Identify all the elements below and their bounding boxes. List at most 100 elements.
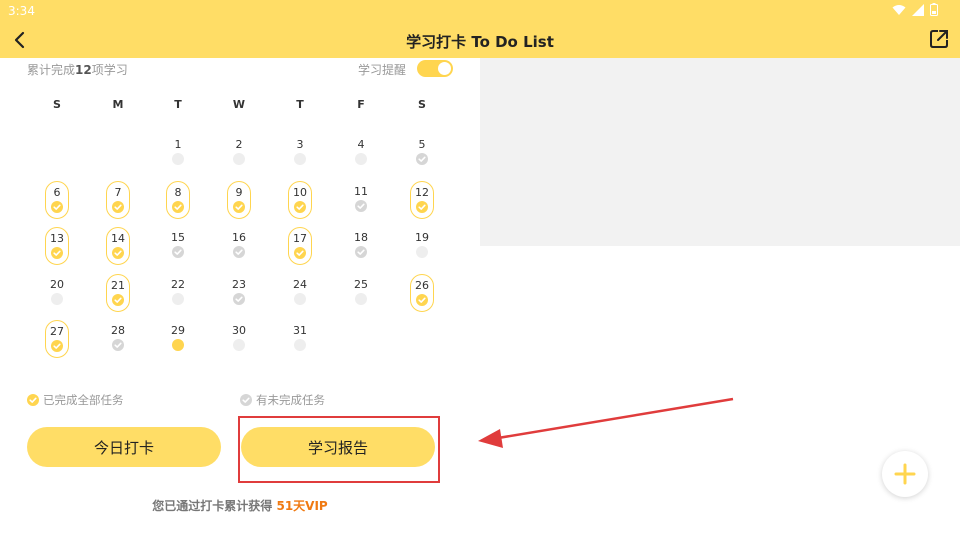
check-partial-icon xyxy=(112,339,124,351)
day-empty-dot xyxy=(51,293,63,305)
calendar-day[interactable]: 20 xyxy=(45,274,69,312)
day-number: 28 xyxy=(111,324,125,337)
calendar-day[interactable]: 24 xyxy=(288,274,312,312)
vip-days: 51天VIP xyxy=(276,499,328,513)
calendar-day[interactable]: 31 xyxy=(288,320,312,358)
day-number: 2 xyxy=(235,138,243,151)
checkin-today-button[interactable]: 今日打卡 xyxy=(27,427,221,467)
weekday-header: M xyxy=(112,98,124,111)
day-number: 20 xyxy=(50,278,64,291)
check-partial-icon xyxy=(355,200,367,212)
calendar-day[interactable]: 29 xyxy=(166,320,190,358)
check-partial-icon xyxy=(233,246,245,258)
legend-partial: 有未完成任务 xyxy=(240,392,325,408)
calendar-day[interactable]: 5 xyxy=(410,134,434,172)
calendar-day[interactable]: 4 xyxy=(349,134,373,172)
calendar-day[interactable]: 22 xyxy=(166,274,190,312)
check-done-icon xyxy=(112,201,124,213)
check-done-icon xyxy=(51,340,63,352)
calendar-day[interactable]: 15 xyxy=(166,227,190,265)
day-number: 4 xyxy=(357,138,365,151)
day-number: 6 xyxy=(53,186,61,199)
calendar-day[interactable]: 18 xyxy=(349,227,373,265)
day-number: 24 xyxy=(293,278,307,291)
battery-icon xyxy=(930,3,938,16)
check-partial-icon xyxy=(355,246,367,258)
check-partial-icon xyxy=(240,394,252,406)
calendar-day[interactable]: 27 xyxy=(45,320,69,358)
share-button[interactable] xyxy=(928,28,950,50)
calendar-day[interactable]: 3 xyxy=(288,134,312,172)
weekday-header: S xyxy=(53,98,61,111)
calendar-day[interactable]: 8 xyxy=(166,181,190,219)
check-done-icon xyxy=(112,247,124,259)
day-number: 21 xyxy=(111,279,125,292)
completion-summary: 累计完成12项学习 xyxy=(27,63,128,77)
calendar-day[interactable]: 19 xyxy=(410,227,434,265)
calendar-day[interactable]: 23 xyxy=(227,274,251,312)
day-number: 27 xyxy=(50,325,64,338)
day-number: 1 xyxy=(174,138,182,151)
day-number: 14 xyxy=(111,232,125,245)
day-number: 29 xyxy=(171,324,185,337)
day-number: 23 xyxy=(232,278,246,291)
legend-partial-label: 有未完成任务 xyxy=(256,393,325,407)
annotation-arrow-icon xyxy=(478,397,734,448)
calendar-day[interactable]: 1 xyxy=(166,134,190,172)
calendar-day[interactable]: 2 xyxy=(227,134,251,172)
calendar-day[interactable]: 30 xyxy=(227,320,251,358)
check-done-icon xyxy=(416,294,428,306)
day-empty-dot xyxy=(233,339,245,351)
share-icon xyxy=(930,30,948,48)
calendar-day[interactable]: 13 xyxy=(45,227,69,265)
day-number: 26 xyxy=(415,279,429,292)
day-number: 8 xyxy=(174,186,182,199)
check-done-icon xyxy=(416,201,428,213)
day-empty-dot xyxy=(294,339,306,351)
vip-reward-text: 您已通过打卡累计获得 51天VIP xyxy=(152,499,328,513)
check-done-icon xyxy=(172,201,184,213)
day-number: 10 xyxy=(293,186,307,199)
day-empty-dot xyxy=(233,153,245,165)
day-empty-dot xyxy=(294,293,306,305)
calendar-day[interactable]: 6 xyxy=(45,181,69,219)
day-number: 12 xyxy=(415,186,429,199)
app-bar: 学习打卡 To Do List xyxy=(0,22,960,58)
weekday-header: T xyxy=(296,98,304,111)
day-number: 16 xyxy=(232,231,246,244)
calendar-day[interactable]: 7 xyxy=(106,181,130,219)
day-number: 30 xyxy=(232,324,246,337)
check-done-icon xyxy=(112,294,124,306)
status-bar: 3:34 xyxy=(0,0,960,22)
calendar-day[interactable]: 25 xyxy=(349,274,373,312)
reminder-label: 学习提醒 xyxy=(358,63,407,77)
annotation-highlight-box xyxy=(238,416,440,483)
calendar-day[interactable]: 10 xyxy=(288,181,312,219)
day-number: 11 xyxy=(354,185,368,198)
check-done-icon xyxy=(51,201,63,213)
calendar-day[interactable]: 14 xyxy=(106,227,130,265)
reminder-toggle[interactable] xyxy=(417,60,453,77)
day-number: 3 xyxy=(296,138,304,151)
check-done-icon xyxy=(294,201,306,213)
day-number: 9 xyxy=(235,186,243,199)
completion-count: 12 xyxy=(75,63,92,77)
calendar-day[interactable]: 21 xyxy=(106,274,130,312)
legend-done-label: 已完成全部任务 xyxy=(43,393,124,407)
calendar-day[interactable]: 28 xyxy=(106,320,130,358)
day-empty-dot xyxy=(355,293,367,305)
check-partial-icon xyxy=(172,246,184,258)
calendar-day[interactable]: 9 xyxy=(227,181,251,219)
calendar-day[interactable]: 17 xyxy=(288,227,312,265)
day-number: 31 xyxy=(293,324,307,337)
add-fab-button[interactable] xyxy=(882,451,928,497)
check-done-icon xyxy=(233,201,245,213)
day-number: 17 xyxy=(293,232,307,245)
calendar-day[interactable]: 16 xyxy=(227,227,251,265)
check-partial-icon xyxy=(233,293,245,305)
calendar-day[interactable]: 11 xyxy=(349,181,373,219)
calendar-day[interactable]: 12 xyxy=(410,181,434,219)
calendar-day[interactable]: 26 xyxy=(410,274,434,312)
day-empty-dot xyxy=(416,246,428,258)
status-time: 3:34 xyxy=(8,4,35,18)
